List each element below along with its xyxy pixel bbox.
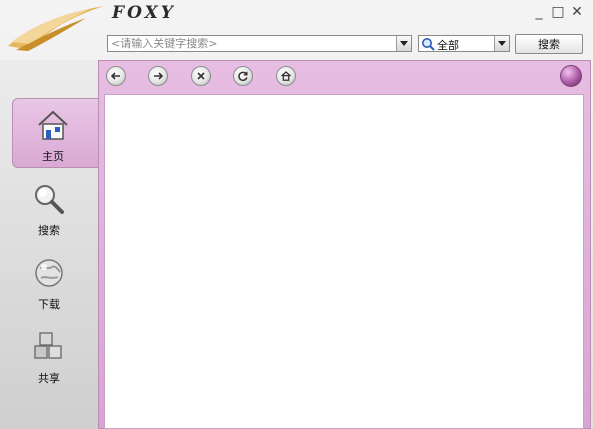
back-icon: [110, 72, 120, 80]
search-scope-dropdown-button[interactable]: [494, 36, 509, 51]
home-icon: [281, 71, 291, 81]
globe-icon[interactable]: [560, 65, 582, 87]
search-combobox[interactable]: [107, 35, 412, 52]
minimize-button[interactable]: _: [531, 4, 547, 20]
sidebar-item-label: 共享: [38, 372, 60, 385]
close-icon: ✕: [571, 4, 583, 20]
home-icon: [38, 110, 68, 140]
magnifier-icon: [35, 185, 64, 214]
close-button[interactable]: ✕: [569, 4, 585, 20]
sidebar-item-label: 搜索: [38, 224, 60, 237]
minimize-icon: _: [535, 4, 543, 20]
refresh-icon: [238, 71, 248, 82]
search-input[interactable]: [108, 36, 399, 51]
browser-toolbar: [99, 61, 590, 93]
forward-button[interactable]: [148, 66, 168, 86]
search-scope-select[interactable]: 全部: [418, 35, 510, 52]
sidebar-item-label: 下载: [38, 298, 60, 311]
browser-content-area[interactable]: [104, 94, 584, 429]
sidebar-item-share[interactable]: 共享: [0, 324, 98, 394]
app-brand: FOXY: [112, 3, 176, 23]
sidebar-item-download[interactable]: 下载: [0, 250, 98, 320]
stop-icon: [197, 72, 205, 80]
sidebar-item-label: 主页: [42, 150, 64, 163]
search-history-dropdown-button[interactable]: [396, 36, 411, 51]
back-button[interactable]: [106, 66, 126, 86]
home-button[interactable]: [276, 66, 296, 86]
search-button[interactable]: 搜索: [515, 34, 583, 54]
globe-download-icon: [35, 259, 63, 287]
sidebar-item-search[interactable]: 搜索: [0, 176, 98, 246]
forward-icon: [154, 72, 164, 80]
foxy-logo-icon: [8, 6, 104, 51]
share-cubes-icon: [34, 332, 62, 359]
search-scope-icon: [422, 38, 435, 51]
stop-button[interactable]: [191, 66, 211, 86]
search-scope-label: 全部: [437, 39, 459, 52]
refresh-button[interactable]: [233, 66, 253, 86]
app-window: FOXY _ □ ✕ 全部 搜索 主页: [0, 0, 593, 429]
maximize-button[interactable]: □: [550, 4, 566, 20]
maximize-icon: □: [551, 4, 565, 20]
sidebar-item-home[interactable]: 主页: [4, 102, 102, 172]
